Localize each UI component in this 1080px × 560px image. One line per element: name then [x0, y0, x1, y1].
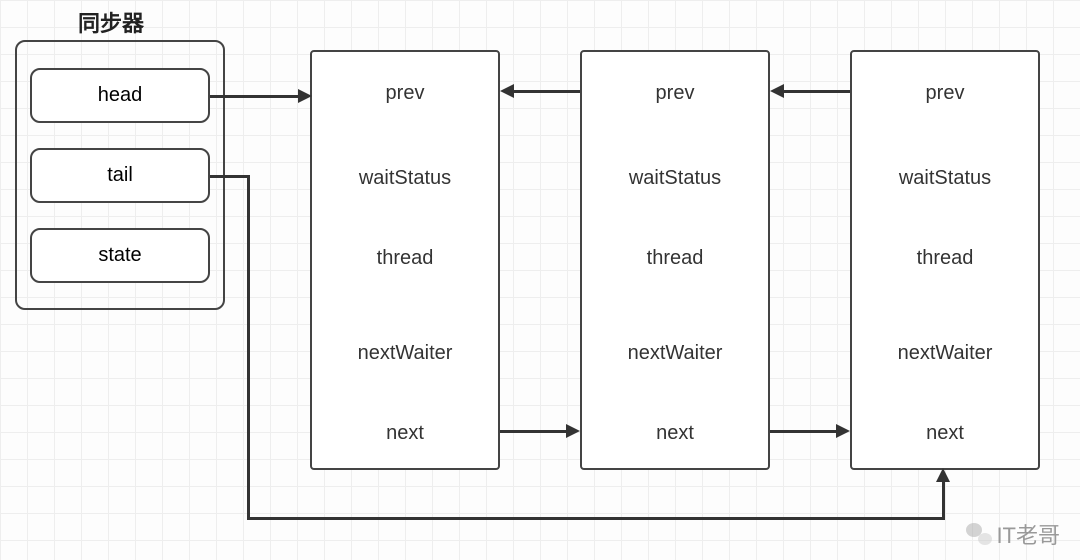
- wechat-icon: [966, 523, 992, 545]
- arrow-node3-prev-tip: [770, 84, 784, 98]
- sync-field-state-label: state: [98, 244, 141, 267]
- watermark: IT老哥: [966, 518, 1060, 550]
- arrow-node2-next-tip: [836, 424, 850, 438]
- node3-thread: thread: [852, 247, 1038, 270]
- sync-field-head: head: [30, 68, 210, 123]
- queue-node-3: prev waitStatus thread nextWaiter next: [850, 50, 1040, 470]
- arrow-node2-next: [770, 430, 838, 433]
- node2-nextWaiter: nextWaiter: [582, 342, 768, 365]
- queue-node-1: prev waitStatus thread nextWaiter next: [310, 50, 500, 470]
- arrow-tail-seg1: [210, 175, 250, 178]
- node1-prev: prev: [312, 82, 498, 105]
- arrow-node1-next: [500, 430, 568, 433]
- sync-field-tail: tail: [30, 148, 210, 203]
- node3-nextWaiter: nextWaiter: [852, 342, 1038, 365]
- arrow-node1-next-tip: [566, 424, 580, 438]
- arrow-tail-tip: [936, 468, 950, 482]
- diagram-title: 同步器: [78, 6, 144, 38]
- arrow-node2-prev: [512, 90, 580, 93]
- arrow-head-to-node1: [210, 95, 300, 98]
- node1-nextWaiter: nextWaiter: [312, 342, 498, 365]
- watermark-text: IT老哥: [996, 518, 1060, 550]
- arrow-tail-seg2: [247, 175, 250, 520]
- node2-thread: thread: [582, 247, 768, 270]
- node1-next: next: [312, 422, 498, 445]
- arrow-head-to-node1-tip: [298, 89, 312, 103]
- node2-next: next: [582, 422, 768, 445]
- node1-waitStatus: waitStatus: [312, 167, 498, 190]
- node3-next: next: [852, 422, 1038, 445]
- node2-prev: prev: [582, 82, 768, 105]
- arrow-tail-seg3: [247, 517, 945, 520]
- arrow-node2-prev-tip: [500, 84, 514, 98]
- sync-field-state: state: [30, 228, 210, 283]
- sync-field-head-label: head: [98, 84, 143, 107]
- arrow-tail-seg4: [942, 480, 945, 520]
- sync-field-tail-label: tail: [107, 164, 133, 187]
- node3-waitStatus: waitStatus: [852, 167, 1038, 190]
- arrow-node3-prev: [782, 90, 850, 93]
- node1-thread: thread: [312, 247, 498, 270]
- node2-waitStatus: waitStatus: [582, 167, 768, 190]
- node3-prev: prev: [852, 82, 1038, 105]
- queue-node-2: prev waitStatus thread nextWaiter next: [580, 50, 770, 470]
